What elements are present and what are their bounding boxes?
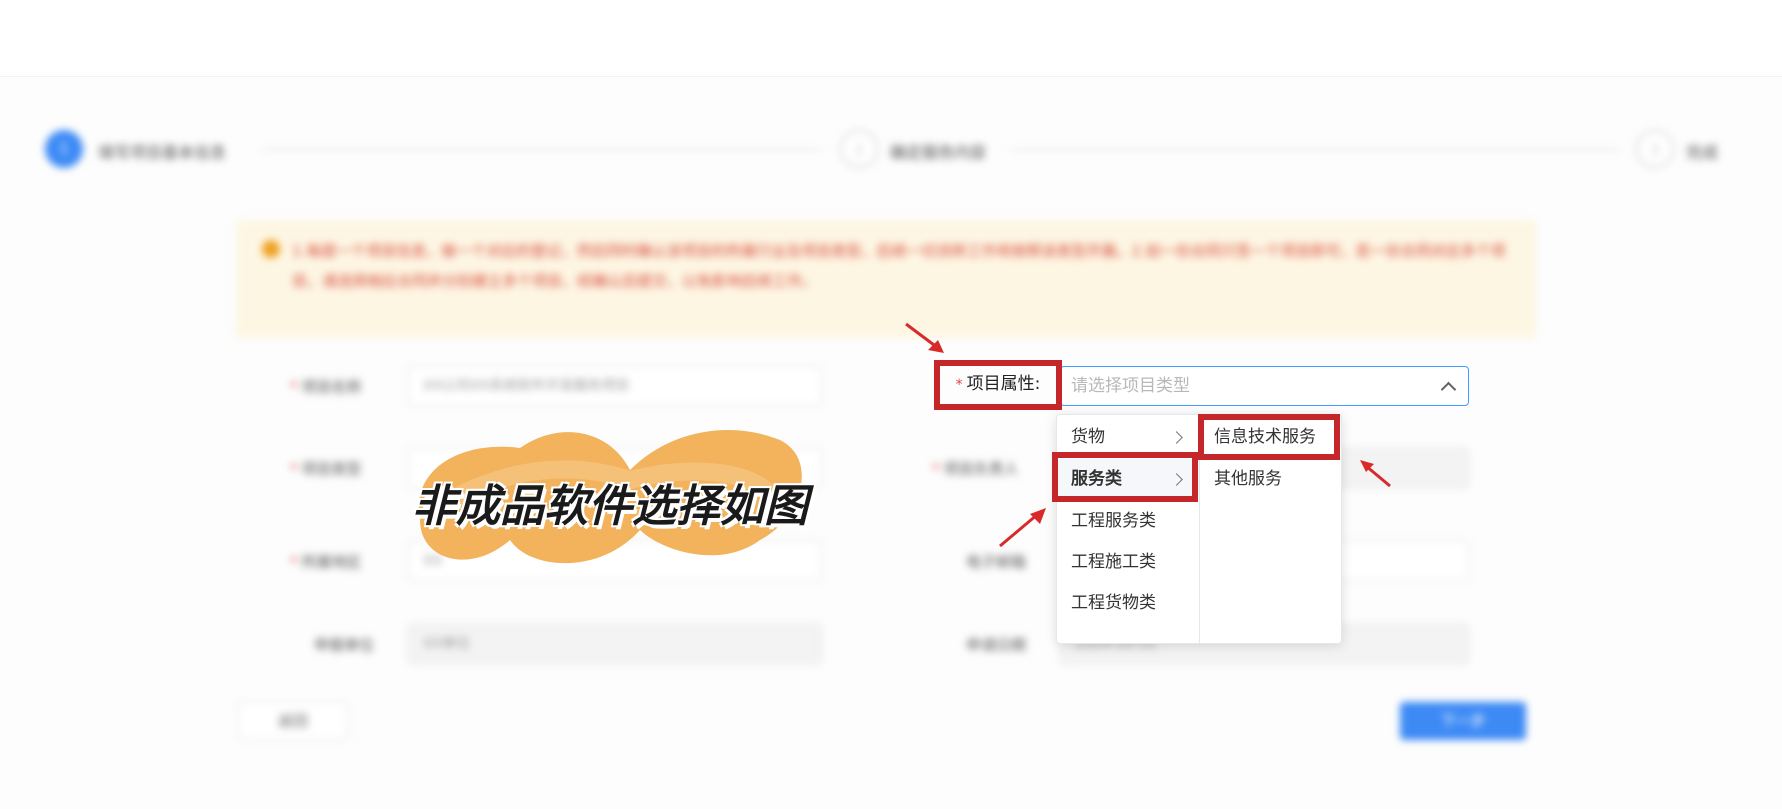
field-label-applicant: 申报单位 xyxy=(314,636,375,654)
next-button[interactable]: 下一步 xyxy=(1400,702,1526,740)
step-1-circle: 1 xyxy=(45,130,83,168)
notice-banner: 1.每提一个项目信息，做一个对应的登记，然后同时确认该项目的所属行业及项目类型，… xyxy=(236,220,1536,338)
field-label-project-type: * 项目类型 xyxy=(290,460,362,478)
step-3-label: 完成 xyxy=(1686,143,1719,162)
red-arrow-icon xyxy=(1360,460,1391,488)
highlight-box-it-services xyxy=(1198,414,1340,460)
chevron-right-icon xyxy=(1170,431,1183,444)
blurred-background: 1 填写项目基本信息 2 确定服务内容 3 完成 1.每提一个项目信息，做一个对… xyxy=(0,0,1782,809)
cascader-item-engineering-goods[interactable]: 工程货物类 xyxy=(1057,583,1199,623)
chevron-up-icon[interactable] xyxy=(1440,381,1457,398)
cascader-item-other-services[interactable]: 其他服务 xyxy=(1200,459,1341,499)
page: 1 填写项目基本信息 2 确定服务内容 3 完成 1.每提一个项目信息，做一个对… xyxy=(0,0,1782,809)
applicant-input: XX单位 xyxy=(408,624,822,664)
step-2-circle: 2 xyxy=(840,130,878,168)
cascader-level1: 货物 服务类 工程服务类 工程施工类 工程货物类 xyxy=(1057,415,1200,643)
cascader-item-engineering-construction[interactable]: 工程施工类 xyxy=(1057,542,1199,582)
warning-icon xyxy=(262,240,280,258)
step-1-label: 填写项目基本信息 xyxy=(98,143,227,162)
field-label-region: * 所属地区 xyxy=(290,553,362,571)
cascader-item-goods[interactable]: 货物 xyxy=(1057,417,1199,457)
back-button[interactable]: 返回 xyxy=(238,702,348,740)
field-label-owner: * 项目负责人 xyxy=(932,460,1019,478)
project-attribute-select[interactable]: 请选择项目类型 xyxy=(1060,366,1469,406)
field-label-date: 申请日期 xyxy=(966,636,1027,654)
step-line-1 xyxy=(262,149,822,151)
red-arrow-icon xyxy=(999,508,1046,548)
red-arrow-icon xyxy=(905,322,944,353)
project-attribute-placeholder: 请选择项目类型 xyxy=(1071,376,1190,396)
notice-text: 1.每提一个项目信息，做一个对应的登记，然后同时确认该项目的所属行业及项目类型，… xyxy=(292,242,1506,290)
step-3-circle: 3 xyxy=(1636,130,1674,168)
field-label-project-name: * 项目名称 xyxy=(290,378,362,396)
step-2-label: 确定服务内容 xyxy=(890,143,987,162)
highlight-box-attribute-label xyxy=(934,360,1062,410)
field-label-email: 电子邮箱 xyxy=(966,553,1027,571)
cascader-item-engineering-services[interactable]: 工程服务类 xyxy=(1057,501,1199,541)
annotation-text: 非成品软件选择如图 xyxy=(412,481,808,532)
highlight-box-services xyxy=(1052,452,1198,502)
step-line-2 xyxy=(1010,149,1620,151)
